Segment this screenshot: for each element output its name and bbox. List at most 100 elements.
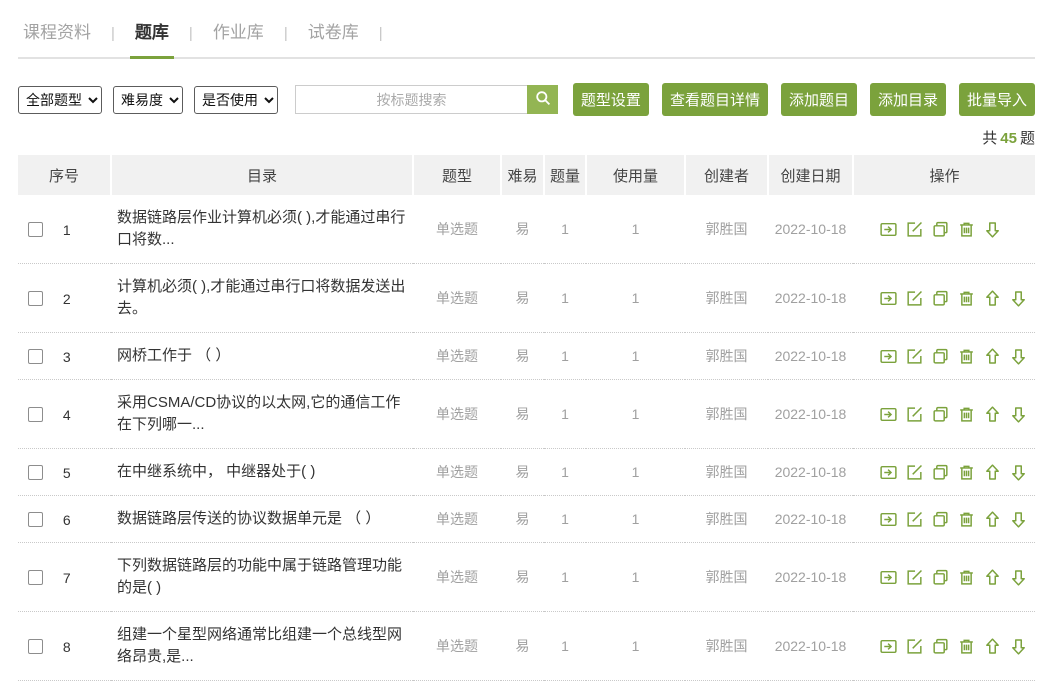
move-down-icon[interactable] [1009, 637, 1028, 656]
move-icon[interactable] [879, 347, 898, 366]
question-usage: 1 [586, 195, 685, 264]
delete-icon[interactable] [957, 568, 976, 587]
table-row: 3 网桥工作于 （ ） 单选题 易 1 1 郭胜国 2022-10-18 [18, 333, 1035, 380]
row-checkbox[interactable] [28, 512, 43, 527]
question-difficulty: 易 [501, 264, 544, 333]
usage-select[interactable]: 是否使用 [194, 86, 278, 114]
question-quantity: 1 [544, 195, 586, 264]
move-down-icon[interactable] [983, 220, 1002, 239]
edit-icon[interactable] [905, 463, 924, 482]
move-up-icon[interactable] [983, 463, 1002, 482]
edit-icon[interactable] [905, 347, 924, 366]
move-up-icon[interactable] [983, 405, 1002, 424]
edit-icon[interactable] [905, 568, 924, 587]
tab-separator: | [284, 25, 288, 57]
batch-import-button[interactable]: 批量导入 [959, 83, 1035, 116]
header-number: 序号 [18, 155, 111, 195]
question-type-settings-button[interactable]: 题型设置 [573, 83, 649, 116]
question-difficulty: 易 [501, 195, 544, 264]
move-down-icon[interactable] [1009, 289, 1028, 308]
move-up-icon[interactable] [983, 637, 1002, 656]
question-quantity: 1 [544, 264, 586, 333]
row-number: 1 [63, 222, 71, 238]
question-create-date: 2022-10-18 [768, 543, 853, 612]
move-icon[interactable] [879, 289, 898, 308]
row-checkbox[interactable] [28, 570, 43, 585]
tab-homework-bank[interactable]: 作业库 [208, 18, 269, 57]
question-title: 计算机必须( ),才能通过串行口将数据发送出去。 [111, 264, 413, 333]
question-type: 单选题 [413, 496, 501, 543]
search-button[interactable] [527, 85, 558, 114]
delete-icon[interactable] [957, 510, 976, 529]
copy-icon[interactable] [931, 220, 950, 239]
copy-icon[interactable] [931, 463, 950, 482]
move-up-icon[interactable] [983, 347, 1002, 366]
row-checkbox[interactable] [28, 349, 43, 364]
move-icon[interactable] [879, 220, 898, 239]
copy-icon[interactable] [931, 405, 950, 424]
edit-icon[interactable] [905, 510, 924, 529]
delete-icon[interactable] [957, 347, 976, 366]
move-up-icon[interactable] [983, 289, 1002, 308]
question-title: 网桥工作于 （ ） [111, 333, 413, 380]
question-create-date: 2022-10-18 [768, 195, 853, 264]
copy-icon[interactable] [931, 637, 950, 656]
row-checkbox[interactable] [28, 407, 43, 422]
question-count-summary: 共45题 [18, 127, 1035, 148]
move-icon[interactable] [879, 568, 898, 587]
row-actions [879, 220, 1029, 239]
delete-icon[interactable] [957, 463, 976, 482]
edit-icon[interactable] [905, 637, 924, 656]
view-question-details-button[interactable]: 查看题目详情 [662, 83, 768, 116]
header-create-date: 创建日期 [768, 155, 853, 195]
tab-testpaper-bank[interactable]: 试卷库 [303, 18, 364, 57]
question-difficulty: 易 [501, 333, 544, 380]
copy-icon[interactable] [931, 289, 950, 308]
row-checkbox[interactable] [28, 639, 43, 654]
delete-icon[interactable] [957, 637, 976, 656]
add-directory-button[interactable]: 添加目录 [870, 83, 946, 116]
move-down-icon[interactable] [1009, 405, 1028, 424]
question-bank-page: 课程资料 | 题库 | 作业库 | 试卷库 | 全部题型 难易度 是否使用 [0, 0, 1053, 681]
tab-question-bank[interactable]: 题库 [130, 18, 174, 59]
question-type-select[interactable]: 全部题型 [18, 86, 102, 114]
question-quantity: 1 [544, 449, 586, 496]
move-up-icon[interactable] [983, 568, 1002, 587]
move-icon[interactable] [879, 463, 898, 482]
edit-icon[interactable] [905, 289, 924, 308]
move-up-icon[interactable] [983, 510, 1002, 529]
move-down-icon[interactable] [1009, 463, 1028, 482]
move-down-icon[interactable] [1009, 347, 1028, 366]
table-row: 8 组建一个星型网络通常比组建一个总线型网络昂贵,是... 单选题 易 1 1 … [18, 612, 1035, 681]
copy-icon[interactable] [931, 568, 950, 587]
move-icon[interactable] [879, 405, 898, 424]
add-question-button[interactable]: 添加题目 [781, 83, 857, 116]
edit-icon[interactable] [905, 220, 924, 239]
delete-icon[interactable] [957, 405, 976, 424]
copy-icon[interactable] [931, 347, 950, 366]
question-quantity: 1 [544, 543, 586, 612]
delete-icon[interactable] [957, 289, 976, 308]
move-icon[interactable] [879, 637, 898, 656]
move-down-icon[interactable] [1009, 510, 1028, 529]
delete-icon[interactable] [957, 220, 976, 239]
row-checkbox[interactable] [28, 222, 43, 237]
row-checkbox[interactable] [28, 291, 43, 306]
question-usage: 1 [586, 333, 685, 380]
tab-separator: | [189, 25, 193, 57]
move-down-icon[interactable] [1009, 568, 1028, 587]
question-creator: 郭胜国 [685, 543, 768, 612]
header-type: 题型 [413, 155, 501, 195]
question-creator: 郭胜国 [685, 496, 768, 543]
difficulty-select[interactable]: 难易度 [113, 86, 183, 114]
header-creator: 创建者 [685, 155, 768, 195]
copy-icon[interactable] [931, 510, 950, 529]
search-input[interactable] [295, 85, 527, 114]
question-title: 下列数据链路层的功能中属于链路管理功能的是( ) [111, 543, 413, 612]
question-difficulty: 易 [501, 449, 544, 496]
question-title: 数据链路层作业计算机必须( ),才能通过串行口将数... [111, 195, 413, 264]
move-icon[interactable] [879, 510, 898, 529]
edit-icon[interactable] [905, 405, 924, 424]
tab-course-materials[interactable]: 课程资料 [18, 18, 96, 57]
row-checkbox[interactable] [28, 465, 43, 480]
